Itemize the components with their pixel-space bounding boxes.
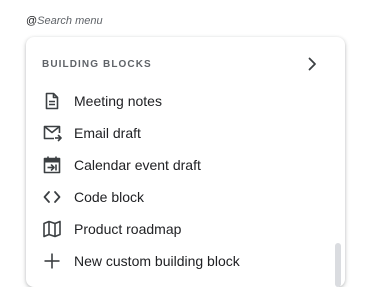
menu-item-label: Product roadmap	[74, 221, 182, 237]
menu-item-label: Email draft	[74, 125, 141, 141]
scrollbar-thumb[interactable]	[335, 243, 341, 287]
section-title: BUILDING BLOCKS	[42, 58, 152, 70]
search-bar[interactable]: @ Search menu	[26, 13, 103, 29]
menu-item-label: Meeting notes	[74, 93, 162, 109]
menu-item-meeting-notes[interactable]: Meeting notes	[26, 85, 331, 117]
email-send-icon	[43, 125, 62, 142]
mention-trigger: @	[26, 15, 38, 27]
menu-item-label: Calendar event draft	[74, 157, 201, 173]
menu-item-email-draft[interactable]: Email draft	[26, 117, 331, 149]
building-blocks-menu: BUILDING BLOCKS Meeting notes Email draf…	[26, 37, 345, 287]
menu-item-label: Code block	[74, 189, 145, 205]
code-icon	[43, 191, 61, 203]
menu-item-new-custom-building-block[interactable]: New custom building block	[26, 245, 331, 277]
menu-item-product-roadmap[interactable]: Product roadmap	[26, 213, 331, 245]
menu-item-code-block[interactable]: Code block	[26, 181, 331, 213]
section-header-building-blocks[interactable]: BUILDING BLOCKS	[26, 49, 345, 79]
plus-icon	[44, 253, 60, 269]
calendar-arrow-icon	[43, 156, 61, 174]
map-icon	[43, 220, 61, 238]
chevron-right-icon[interactable]	[304, 56, 320, 72]
document-icon	[45, 92, 59, 110]
menu-item-calendar-event-draft[interactable]: Calendar event draft	[26, 149, 331, 181]
menu-item-label: New custom building block	[74, 253, 240, 269]
search-input-placeholder[interactable]: Search menu	[37, 13, 102, 29]
